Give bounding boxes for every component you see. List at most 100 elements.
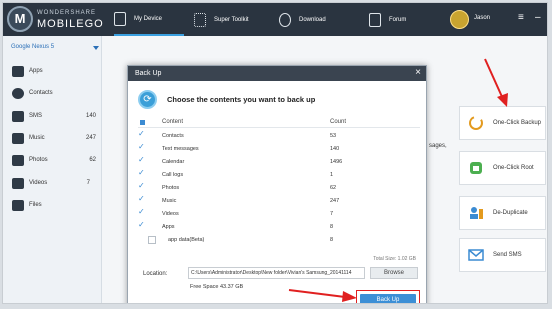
checkmark-icon[interactable]: ✓ (138, 221, 146, 229)
row-count: 62 (330, 185, 337, 191)
grid-icon (194, 12, 206, 27)
top-bar: M WONDERSHARE MOBILEGO My Device Super T… (3, 3, 547, 36)
feature-label: De-Duplicate (493, 210, 528, 216)
column-header-content: Content (162, 119, 184, 125)
row-count: 247 (330, 198, 340, 204)
annotation-arrow-icon (288, 289, 357, 302)
total-size: Total Size: 1.02 GB (373, 256, 416, 262)
sidebar-item-label: Photos (29, 157, 48, 163)
table-row[interactable]: ✓ Call logs 1 (138, 169, 420, 182)
sidebar-item-videos[interactable]: Videos 7 (3, 173, 102, 195)
checkmark-icon[interactable]: ✓ (138, 195, 146, 203)
row-content: Apps (162, 224, 175, 230)
sidebar-item-label: Videos (29, 180, 48, 186)
sidebar-item-music[interactable]: Music 247 (3, 128, 102, 150)
browse-button[interactable]: Browse (370, 267, 418, 279)
brand-bottom: MOBILEGO (37, 18, 104, 30)
android-icon (467, 159, 485, 177)
row-content: Calendar (162, 159, 185, 165)
table-row[interactable]: ✓ Contacts 53 (138, 130, 420, 143)
tab-label: Forum (389, 16, 407, 23)
send-sms-button[interactable]: Send SMS (459, 238, 546, 272)
table-header: Content Count (138, 118, 420, 128)
table-row[interactable]: ✓ Text messages 140 (138, 143, 420, 156)
row-content: app data(Beta) (168, 237, 205, 243)
select-all-checkbox[interactable] (140, 120, 145, 125)
deduplicate-icon (467, 204, 485, 222)
row-content: Photos (162, 185, 180, 191)
sidebar-item-label: Apps (29, 68, 43, 74)
row-count: 1496 (330, 159, 343, 165)
table-row[interactable]: ✓ Videos 7 (138, 208, 420, 221)
chevron-down-icon[interactable] (93, 46, 99, 50)
avatar[interactable] (450, 10, 469, 29)
row-count: 8 (330, 224, 334, 230)
location-label: Location: (143, 271, 168, 277)
checkmark-icon[interactable]: ✓ (138, 208, 146, 216)
tab-super-toolkit[interactable]: Super Toolkit (194, 3, 269, 36)
app-window: M WONDERSHARE MOBILEGO My Device Super T… (2, 2, 548, 304)
sidebar-item-count: 140 (85, 113, 96, 119)
free-space: Free Space 43.37 GB (190, 284, 244, 290)
table-row[interactable]: app data(Beta) 8 (138, 234, 420, 247)
feature-label: One-Click Root (493, 165, 534, 171)
row-content: Text messages (162, 146, 199, 152)
backup-icon (467, 114, 485, 132)
de-duplicate-button[interactable]: De-Duplicate (459, 196, 546, 230)
send-sms-icon (467, 246, 485, 264)
row-content: Videos (162, 211, 179, 217)
sidebar-item-contacts[interactable]: Contacts (3, 83, 102, 105)
checkmark-icon[interactable]: ✓ (138, 130, 146, 138)
location-field[interactable]: C:\Users\Administrator\Desktop\New folde… (188, 267, 365, 279)
minimize-icon[interactable]: – (535, 12, 541, 23)
table-row[interactable]: ✓ Music 247 (138, 195, 420, 208)
backup-dialog: Back Up × ⟳ Choose the contents you want… (127, 65, 427, 303)
globe-icon (279, 12, 291, 27)
feature-label: Send SMS (493, 252, 522, 258)
device-selector[interactable]: Google Nexus 5 (11, 44, 54, 50)
table-row[interactable]: ✓ Calendar 1496 (138, 156, 420, 169)
annotation-arrow-icon (484, 58, 508, 107)
phone-icon (114, 11, 126, 26)
back-up-button[interactable]: Back Up (360, 294, 416, 303)
table-row[interactable]: ✓ Apps 8 (138, 221, 420, 234)
table-row[interactable]: ✓ Photos 62 (138, 182, 420, 195)
tab-label: Super Toolkit (214, 16, 249, 23)
sidebar-item-photos[interactable]: Photos 62 (3, 150, 102, 172)
tab-forum[interactable]: Forum (369, 3, 429, 36)
sidebar-item-apps[interactable]: Apps (3, 61, 102, 83)
tab-label: Download (299, 16, 326, 23)
forum-icon (369, 12, 381, 27)
partial-text: sages, (429, 143, 447, 149)
row-content: Call logs (162, 172, 184, 178)
row-count: 140 (330, 146, 340, 152)
tab-label: My Device (134, 15, 163, 22)
brand-top: WONDERSHARE (37, 10, 97, 16)
checkmark-icon[interactable]: ✓ (138, 143, 146, 151)
checkmark-icon[interactable]: ✓ (138, 156, 146, 164)
sidebar-item-label: Music (29, 135, 45, 141)
dialog-heading: Choose the contents you want to back up (167, 95, 316, 104)
sidebar-item-label: Files (29, 202, 42, 208)
column-header-count: Count (330, 119, 347, 125)
username[interactable]: Jason (474, 15, 490, 21)
row-content: Music (162, 198, 177, 204)
tab-download[interactable]: Download (279, 3, 349, 36)
row-count: 7 (330, 211, 334, 217)
sidebar-item-files[interactable]: Files (3, 195, 102, 217)
menu-icon[interactable]: ≡ (518, 12, 524, 23)
checkmark-icon[interactable]: ✓ (138, 169, 146, 177)
one-click-root-button[interactable]: One-Click Root (459, 151, 546, 185)
row-content: Contacts (162, 133, 184, 139)
sidebar-item-label: Contacts (29, 90, 53, 96)
tab-my-device[interactable]: My Device (114, 3, 184, 36)
checkmark-icon[interactable]: ✓ (138, 182, 146, 190)
videos-icon (12, 178, 24, 189)
one-click-backup-button[interactable]: One-Click Backup (459, 106, 546, 140)
music-icon (12, 133, 24, 144)
sidebar-item-sms[interactable]: SMS 140 (3, 106, 102, 128)
photos-icon (12, 155, 24, 166)
sidebar-item-count: 7 (86, 180, 90, 186)
unchecked-checkbox[interactable] (148, 236, 156, 244)
close-icon[interactable]: × (415, 67, 421, 78)
